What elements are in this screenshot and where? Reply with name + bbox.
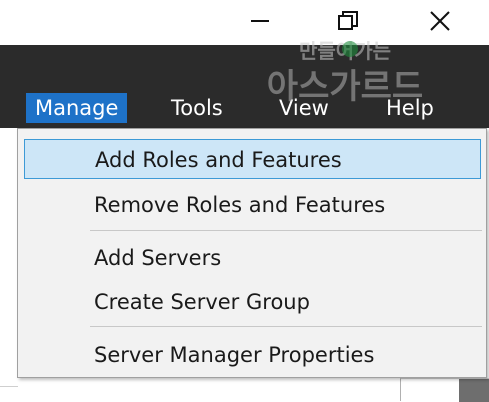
menu-tools[interactable]: Tools <box>162 93 232 123</box>
restore-icon <box>338 11 358 30</box>
menu-item-add-roles-and-features[interactable]: Add Roles and Features <box>24 139 481 179</box>
manage-dropdown: Add Roles and Features Remove Roles and … <box>17 128 487 378</box>
menu-item-add-servers[interactable]: Add Servers <box>18 238 486 278</box>
menu-item-remove-roles-and-features[interactable]: Remove Roles and Features <box>18 185 486 225</box>
minimize-icon <box>251 20 269 22</box>
close-icon <box>430 11 450 31</box>
divider <box>0 386 18 387</box>
menu-item-server-manager-properties[interactable]: Server Manager Properties <box>18 335 486 375</box>
scroll-area <box>459 379 489 402</box>
watermark-logo: 만들어가는 아스가르드 <box>267 39 423 107</box>
panel-edge <box>400 378 489 402</box>
svg-text:아스가르드: 아스가르드 <box>267 67 423 107</box>
menu-separator <box>90 230 482 231</box>
menu-manage[interactable]: Manage <box>26 93 128 123</box>
menu-item-create-server-group[interactable]: Create Server Group <box>18 282 486 322</box>
menu-separator <box>90 326 482 327</box>
